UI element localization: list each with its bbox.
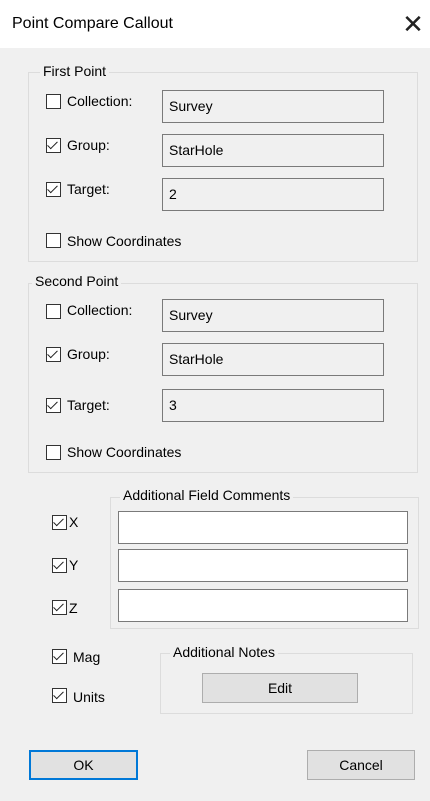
units-label: Units bbox=[73, 689, 105, 705]
second-collection-field[interactable]: Survey bbox=[162, 299, 384, 332]
title-bar: Point Compare Callout ✕ bbox=[0, 0, 430, 48]
y-comment-input[interactable] bbox=[118, 549, 408, 582]
ok-button[interactable]: OK bbox=[29, 750, 138, 780]
mag-checkbox[interactable] bbox=[52, 649, 67, 664]
first-point-label: First Point bbox=[40, 63, 110, 79]
second-target-field[interactable]: 3 bbox=[162, 389, 384, 422]
y-label: Y bbox=[69, 557, 79, 573]
x-checkbox[interactable] bbox=[52, 515, 67, 530]
mag-label: Mag bbox=[73, 649, 101, 665]
second-point-label: Second Point bbox=[32, 273, 122, 289]
cancel-button[interactable]: Cancel bbox=[307, 750, 415, 780]
first-target-checkbox[interactable] bbox=[46, 182, 61, 197]
second-target-checkbox[interactable] bbox=[46, 398, 61, 413]
additional-field-comments-label: Additional Field Comments bbox=[120, 487, 294, 503]
first-group-field[interactable]: StarHole bbox=[162, 134, 384, 167]
first-group-label: Group: bbox=[67, 137, 110, 153]
second-show-coordinates-checkbox[interactable] bbox=[46, 445, 61, 460]
z-label: Z bbox=[69, 600, 78, 616]
close-icon[interactable]: ✕ bbox=[398, 9, 428, 39]
y-checkbox[interactable] bbox=[52, 558, 67, 573]
second-collection-checkbox[interactable] bbox=[46, 304, 61, 319]
z-comment-input[interactable] bbox=[118, 589, 408, 622]
first-show-coordinates-checkbox[interactable] bbox=[46, 233, 61, 248]
first-target-field[interactable]: 2 bbox=[162, 178, 384, 211]
second-group-label: Group: bbox=[67, 346, 110, 362]
z-checkbox[interactable] bbox=[52, 600, 67, 615]
second-group-checkbox[interactable] bbox=[46, 347, 61, 362]
first-collection-checkbox[interactable] bbox=[46, 94, 61, 109]
units-checkbox[interactable] bbox=[52, 688, 67, 703]
first-collection-label: Collection: bbox=[67, 93, 133, 109]
dialog-title: Point Compare Callout bbox=[12, 15, 173, 32]
edit-notes-button[interactable]: Edit bbox=[202, 673, 358, 703]
second-target-label: Target: bbox=[67, 397, 110, 413]
first-target-label: Target: bbox=[67, 181, 110, 197]
additional-notes-label: Additional Notes bbox=[170, 644, 278, 660]
x-label: X bbox=[69, 514, 79, 530]
second-group-field[interactable]: StarHole bbox=[162, 343, 384, 376]
first-collection-field[interactable]: Survey bbox=[162, 90, 384, 123]
first-show-coordinates-label: Show Coordinates bbox=[67, 233, 182, 249]
first-group-checkbox[interactable] bbox=[46, 138, 61, 153]
second-show-coordinates-label: Show Coordinates bbox=[67, 444, 182, 460]
x-comment-input[interactable] bbox=[118, 511, 408, 544]
second-collection-label: Collection: bbox=[67, 302, 133, 318]
